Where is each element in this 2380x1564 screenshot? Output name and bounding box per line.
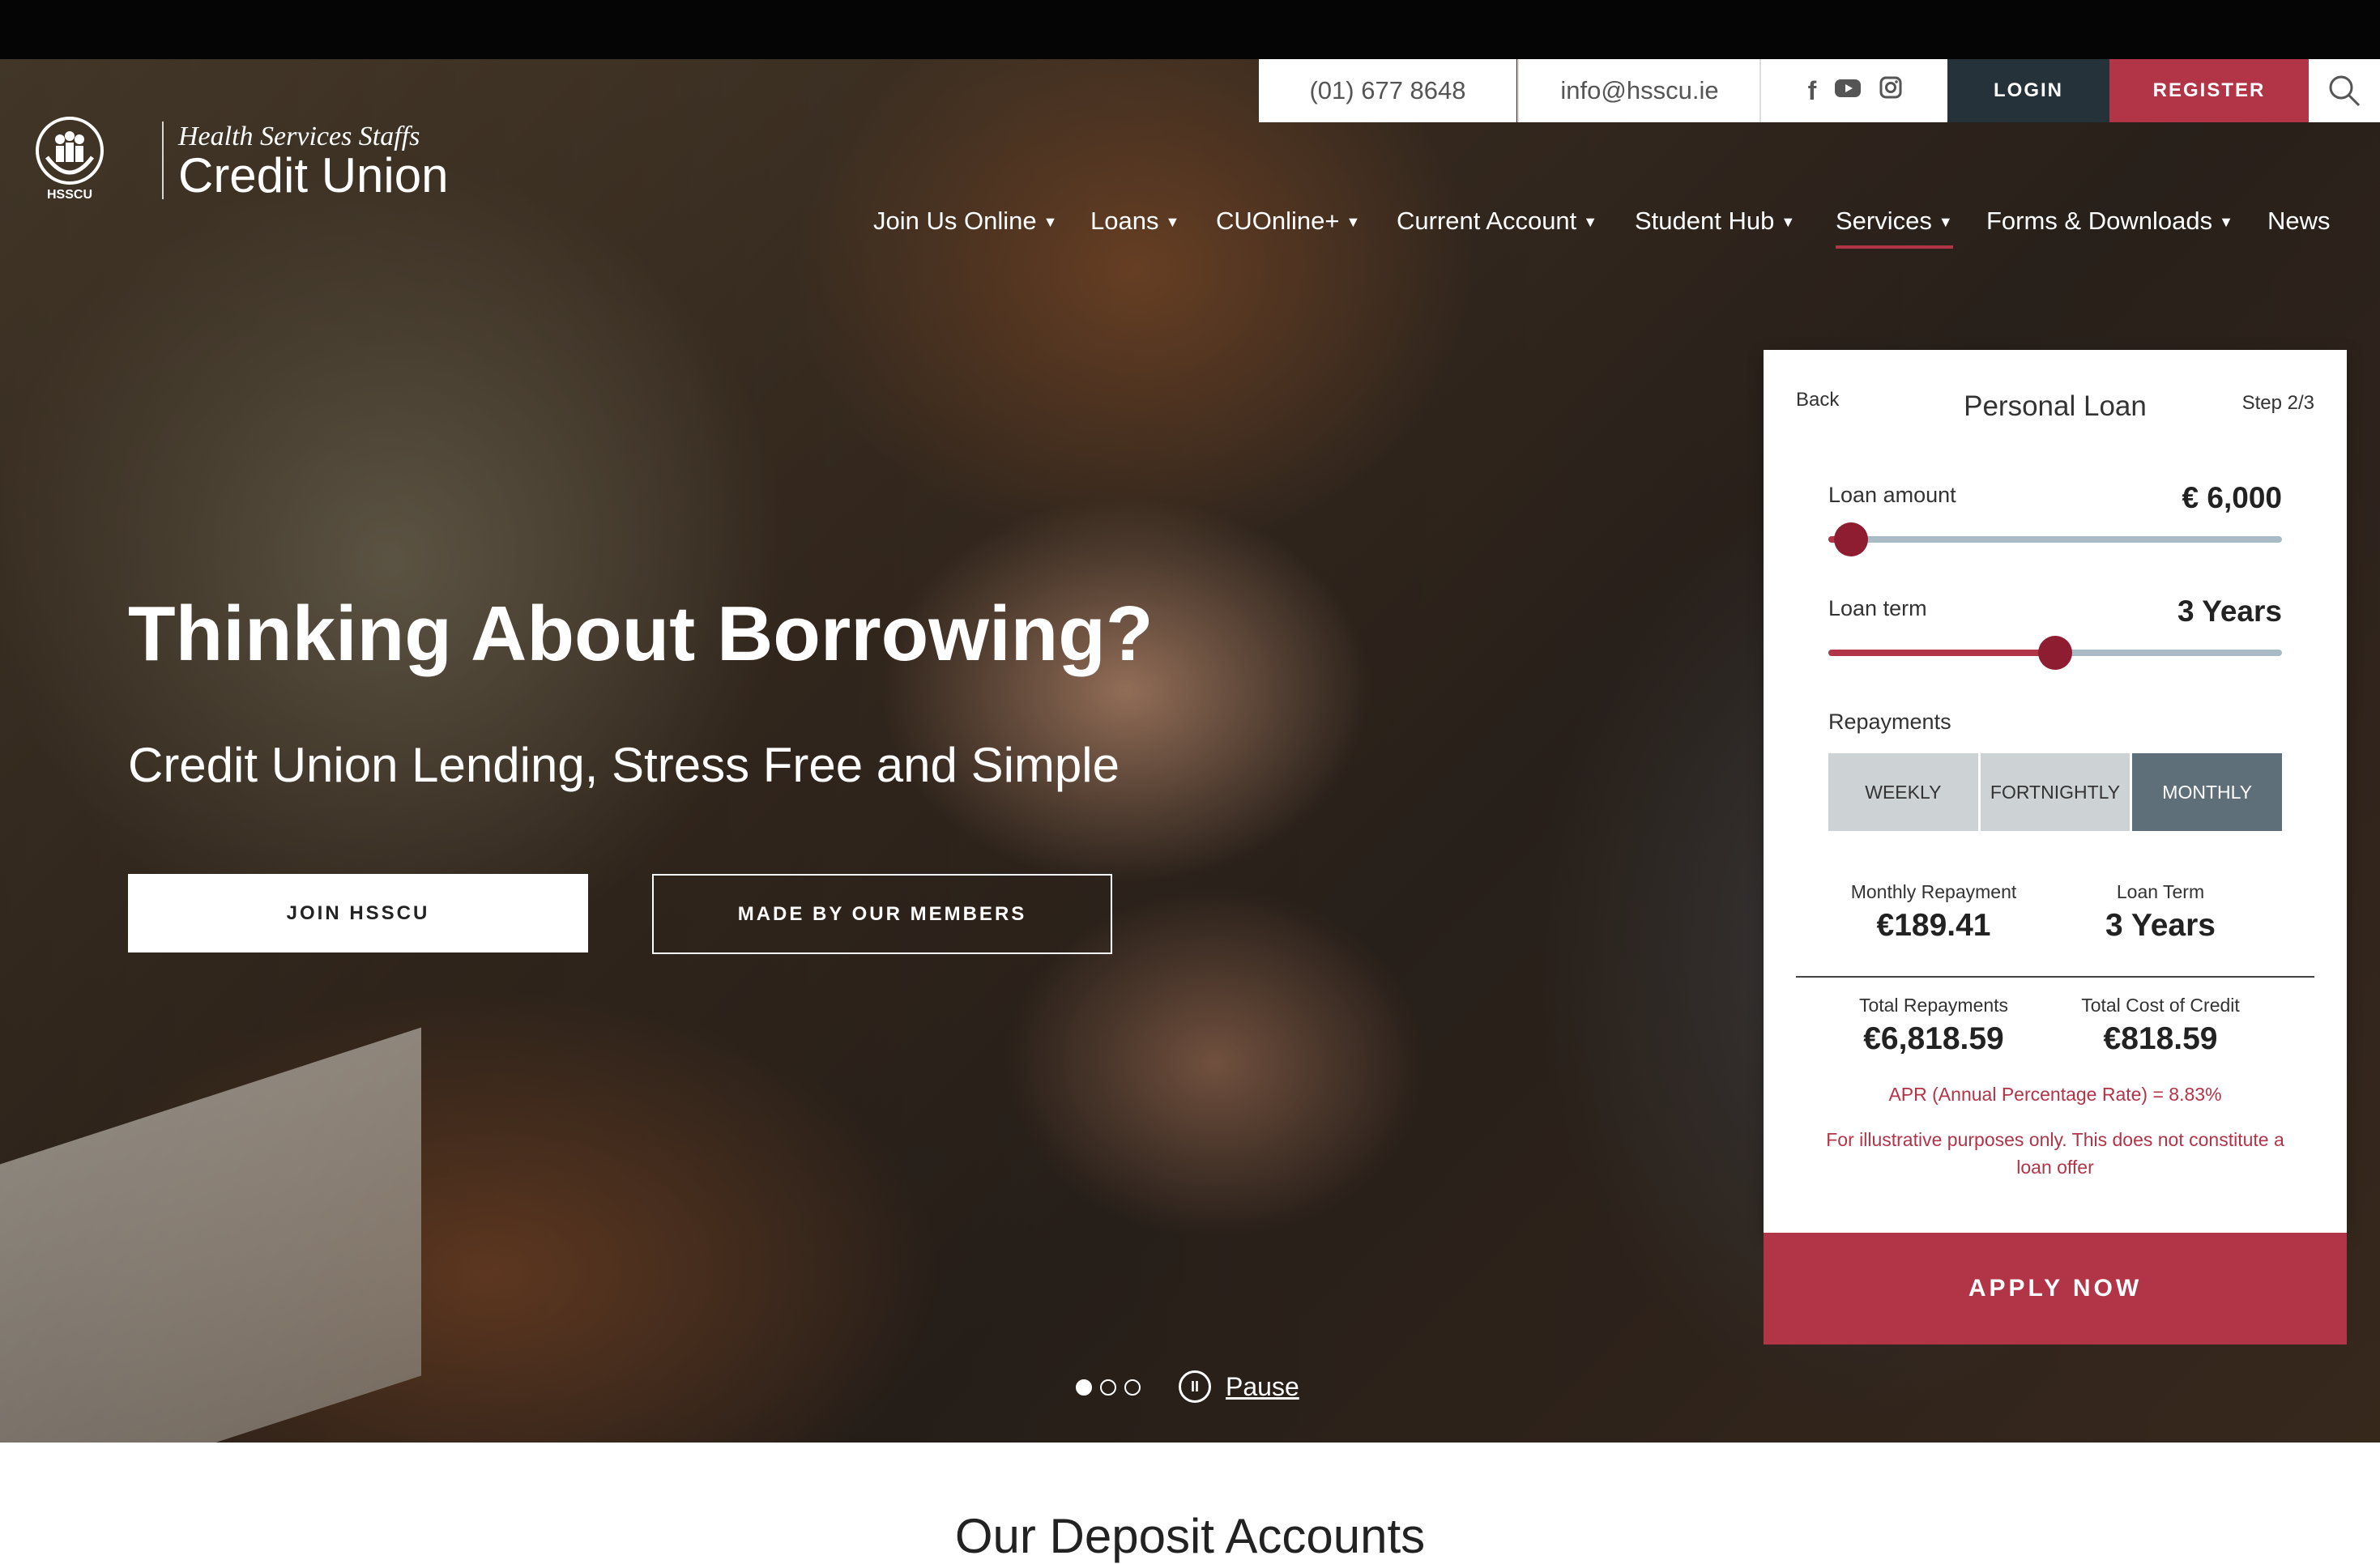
nav-services[interactable]: Services ▼ (1836, 207, 1953, 249)
monthly-repayment-value: €189.41 (1876, 908, 1991, 943)
join-hsscu-button[interactable]: JOIN HSSCU (128, 874, 588, 952)
caret-down-icon: ▼ (1938, 214, 1953, 231)
nav-cuonline[interactable]: CUOnline+ ▼ (1216, 207, 1360, 236)
section-title: Our Deposit Accounts (954, 1509, 1426, 1563)
loan-term-slider[interactable] (1828, 636, 2282, 670)
carousel-dot-3[interactable] (1124, 1379, 1141, 1396)
facebook-icon[interactable]: f (1808, 76, 1817, 106)
youtube-icon[interactable] (1834, 76, 1862, 105)
frequency-monthly[interactable]: MONTHLY (2132, 753, 2283, 831)
total-cost-result: Total Cost of Credit €818.59 (2039, 995, 2282, 1057)
logo-emblem-icon: HSSCU (29, 115, 110, 206)
loan-term-slider-fill (1828, 650, 2055, 656)
caret-down-icon: ▼ (1043, 214, 1058, 231)
search-icon (2329, 75, 2361, 107)
total-cost-value: €818.59 (2103, 1021, 2218, 1056)
caret-down-icon: ▼ (1781, 214, 1796, 231)
nav-forms-downloads[interactable]: Forms & Downloads ▼ (1986, 207, 2233, 236)
nav-current-account[interactable]: Current Account ▼ (1397, 207, 1597, 236)
calculator-step: Step 2/3 (2241, 392, 2314, 414)
loan-term-result: Loan Term 3 Years (2039, 881, 2282, 944)
register-button[interactable]: REGISTER (2109, 59, 2309, 122)
browser-top-bar (0, 0, 2380, 59)
loan-amount-value: € 6,000 (2182, 481, 2282, 514)
carousel-pause-button[interactable]: II Pause (1179, 1370, 1299, 1403)
carousel-dot-1[interactable] (1076, 1379, 1092, 1396)
social-links: f (1759, 59, 1949, 122)
disclaimer-text: For illustrative purposes only. This doe… (1826, 1129, 2284, 1178)
hero-title: Thinking About Borrowing? (128, 590, 1154, 677)
logo-abbr: HSSCU (47, 188, 93, 202)
pause-icon: II (1179, 1370, 1211, 1403)
site-logo[interactable]: HSSCU Health Services Staffs Credit Unio… (29, 115, 449, 206)
loan-amount-slider[interactable] (1828, 522, 2282, 556)
logo-line-2: Credit Union (178, 148, 449, 202)
apr-text: APR (Annual Percentage Rate) = 8.83% (1888, 1084, 2222, 1105)
carousel-dots (1076, 1379, 1141, 1396)
carousel-dot-2[interactable] (1100, 1379, 1116, 1396)
frequency-fortnightly[interactable]: FORTNIGHTLY (1980, 753, 2130, 831)
email-link[interactable]: info@hsscu.ie (1517, 59, 1760, 122)
instagram-icon[interactable] (1879, 76, 1902, 105)
caret-down-icon: ▼ (2219, 214, 2233, 231)
nav-news[interactable]: News (2267, 207, 2331, 236)
caret-down-icon: ▼ (1583, 214, 1598, 231)
loan-term-slider-handle[interactable] (2038, 636, 2072, 670)
login-button[interactable]: LOGIN (1947, 59, 2109, 122)
repayments-label: Repayments (1828, 710, 1951, 734)
loan-amount-slider-handle[interactable] (1834, 522, 1868, 556)
total-cost-label: Total Cost of Credit (2081, 995, 2240, 1016)
monthly-repayment-label: Monthly Repayment (1850, 881, 2017, 902)
nav-student-hub[interactable]: Student Hub ▼ (1635, 207, 1795, 236)
nav-join-us-online[interactable]: Join Us Online ▼ (873, 207, 1057, 236)
made-by-our-members-button[interactable]: MADE BY OUR MEMBERS (652, 874, 1112, 954)
phone-link[interactable]: (01) 677 8648 (1259, 59, 1516, 122)
total-repayments-value: €6,818.59 (1863, 1021, 2004, 1056)
total-repayments-result: Total Repayments €6,818.59 (1812, 995, 2055, 1057)
frequency-weekly[interactable]: WEEKLY (1828, 753, 1978, 831)
repayment-frequency-selector: WEEKLY FORTNIGHTLY MONTHLY (1828, 753, 2283, 831)
logo-divider (162, 121, 164, 199)
loan-term-label: Loan term (1828, 596, 1927, 620)
loan-term-result-label: Loan Term (2116, 881, 2205, 902)
loan-term-result-value: 3 Years (2105, 908, 2216, 943)
loan-term-value: 3 Years (2177, 594, 2282, 628)
apply-now-button[interactable]: APPLY NOW (1764, 1233, 2347, 1345)
search-button[interactable] (2309, 59, 2380, 122)
nav-loans[interactable]: Loans ▼ (1090, 207, 1179, 236)
loan-calculator: Back Personal Loan Step 2/3 Loan amount … (1764, 350, 2347, 1233)
monthly-repayment-result: Monthly Repayment €189.41 (1812, 881, 2055, 944)
caret-down-icon: ▼ (1346, 214, 1361, 231)
loan-amount-label: Loan amount (1828, 483, 1956, 507)
hero-subtitle: Credit Union Lending, Stress Free and Si… (128, 738, 1120, 792)
caret-down-icon: ▼ (1165, 214, 1180, 231)
pause-label: Pause (1226, 1371, 1299, 1401)
results-divider (1796, 976, 2314, 978)
total-repayments-label: Total Repayments (1858, 995, 2009, 1016)
